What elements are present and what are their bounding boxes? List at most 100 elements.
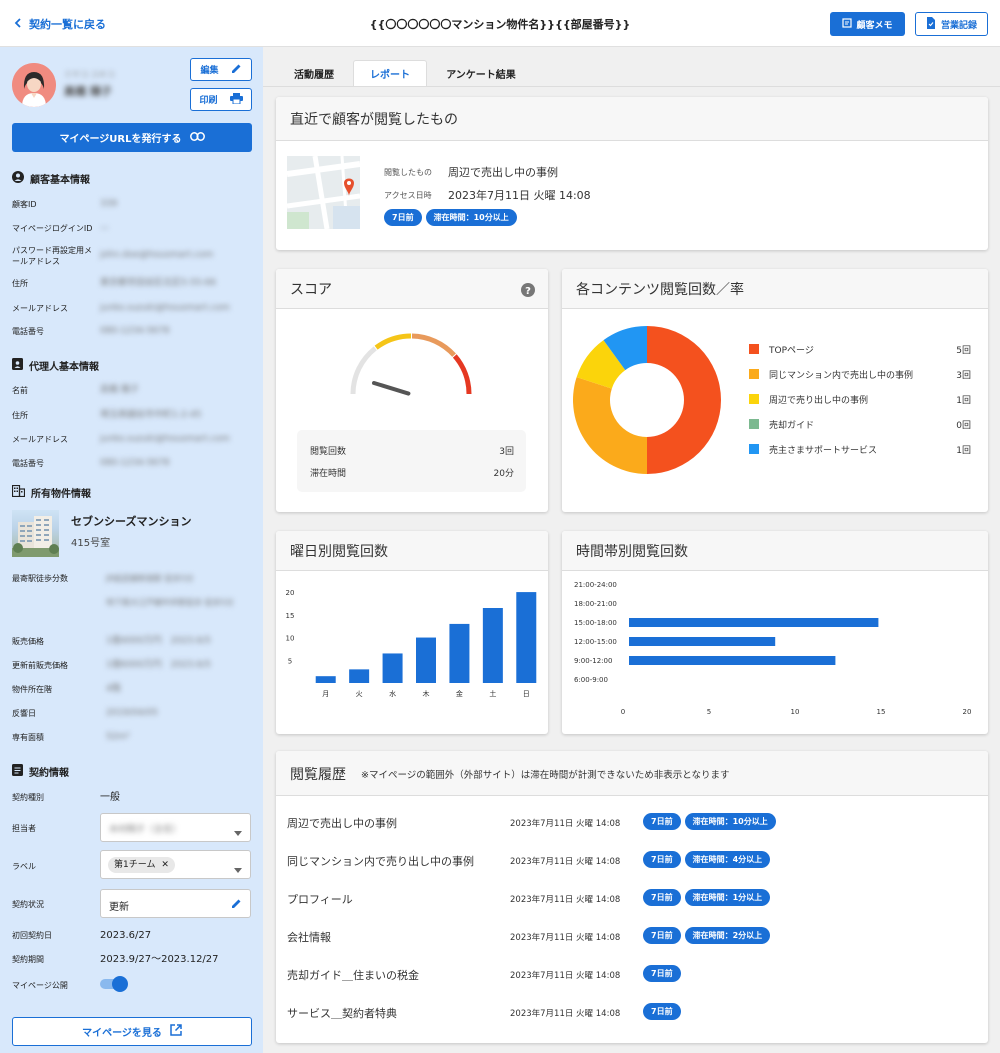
help-icon[interactable]: ?: [521, 283, 535, 300]
pencil-icon: [231, 63, 242, 77]
pencil-icon[interactable]: [231, 898, 242, 912]
stay-time-badge: 滞在時間：10分以上: [684, 813, 776, 830]
legend-item: 売主さまサポートサービス 1回: [749, 442, 971, 456]
weekday-bar-chart: 5 10 15 20 月 火 水 木 金 土 日: [286, 589, 537, 698]
app-header: 契約一覧に戻る {{〇〇〇〇〇〇マンション物件名}}{{部屋番号}} 顧客メモ …: [0, 0, 1000, 47]
building-icon: [11, 484, 26, 500]
owner-select[interactable]: 木村翔子（主任）: [100, 813, 251, 842]
legend-label: 周辺で売り出し中の事例: [769, 396, 869, 406]
contents-views-title: 各コンテンツ閲覧回数／率: [576, 282, 744, 298]
issue-mypage-url-button[interactable]: マイページURLを発行する: [12, 123, 252, 152]
access-time-value: 2023年7月11日 火曜 14:08: [448, 189, 591, 202]
tab-report[interactable]: レポート: [353, 60, 427, 86]
caret-down-icon: [234, 826, 242, 839]
timeband-views-card: 時間帯別閲覧回数 21:00-24:00 18:00-21:00 15:00-18:…: [562, 531, 988, 734]
edit-button[interactable]: 編集: [190, 58, 252, 81]
print-label: 印刷: [199, 96, 218, 106]
avatar: [12, 63, 56, 107]
customer-info-heading: 顧客基本情報: [12, 171, 90, 186]
history-row[interactable]: 売却ガイド＿住まいの税金 2023年7月11日 火曜 14:08 7日前: [276, 964, 988, 984]
tab-survey[interactable]: アンケート結果: [431, 60, 531, 86]
viewed-item-label: 閲覧したもの: [384, 168, 432, 177]
y-tick-label: 20: [286, 589, 295, 597]
legend-swatch: [749, 394, 759, 404]
svg-text:?: ?: [525, 286, 531, 297]
legend-count: 1回: [956, 446, 971, 456]
history-row[interactable]: プロフィール 2023年7月11日 火曜 14:08 7日前 滞在時間：1分以上: [276, 888, 988, 908]
legend-count: 5回: [956, 346, 971, 356]
edit-label: 編集: [200, 66, 219, 76]
timeband-bar: [629, 618, 879, 627]
days-ago-badge: 7日前: [643, 889, 681, 906]
property-name: セブンシーズマンション: [71, 515, 192, 528]
gauge-track-segment: [350, 346, 377, 395]
legend-item: 同じマンション内で売出し中の事例 3回: [749, 367, 971, 381]
label-select[interactable]: 第1チーム ✕: [100, 850, 251, 879]
days-ago-badge: 7日前: [643, 927, 681, 944]
mypage-public-toggle[interactable]: [100, 976, 130, 992]
tab-activity[interactable]: 活動履歴: [281, 60, 347, 86]
stay-time-badge: 滞在時間：1分以上: [684, 889, 771, 906]
print-button[interactable]: 印刷: [190, 88, 252, 111]
close-icon[interactable]: ✕: [161, 860, 169, 870]
weekday-bar: [516, 592, 537, 683]
view-count-value: 3回: [499, 447, 514, 457]
sales-record-button[interactable]: 営業記録: [915, 12, 988, 36]
legend-label: 売却ガイド: [769, 421, 815, 431]
x-tick-label: 0: [621, 708, 625, 716]
view-mypage-button[interactable]: マイページを見る: [12, 1017, 252, 1046]
history-row[interactable]: 同じマンション内で売り出し中の事例 2023年7月11日 火曜 14:08 7日前滞…: [276, 850, 988, 870]
recent-viewed-card: 直近で顧客が閲覧したもの 閲覧したもの 周辺で売出し中の事例 アクセス日時 20…: [276, 97, 988, 250]
legend-count: 1回: [956, 396, 971, 406]
weekday-bar: [449, 623, 470, 683]
score-title: スコア: [290, 282, 332, 298]
access-time-label: アクセス日時: [384, 191, 432, 200]
printer-icon: [229, 92, 243, 107]
score-gauge: [350, 333, 472, 396]
gauge-needle: [372, 381, 411, 396]
recent-viewed-title: 直近で顧客が閲覧したもの: [290, 112, 458, 128]
legend-count: 0回: [956, 421, 971, 431]
legend-swatch: [749, 344, 759, 354]
legend-item: 売却ガイド 0回: [749, 417, 971, 431]
view-count-label: 閲覧回数: [310, 447, 347, 457]
days-ago-badge: 7日前: [643, 813, 681, 830]
history-item-name: 会社情報: [287, 931, 331, 944]
history-row[interactable]: サービス＿契約者特典 2023年7月11日 火曜 14:08 7日前: [276, 1002, 988, 1022]
score-summary: 閲覧回数 3回 滞在時間 20分: [297, 430, 526, 492]
history-item-date: 2023年7月11日 火曜 14:08: [510, 895, 621, 905]
y-tick-label: 21:00-24:00: [574, 581, 617, 589]
legend-label: 売主さまサポートサービス: [769, 446, 878, 456]
contract-status-field[interactable]: 更新: [100, 889, 251, 918]
days-ago-badge: 7日前: [643, 851, 681, 868]
y-tick-label: 6:00-9:00: [574, 676, 608, 684]
y-tick-label: 15: [286, 612, 295, 620]
y-tick-label: 10: [286, 635, 295, 643]
view-history-note: ※マイページの範囲外（外部サイト）は滞在時間が計測できないため非表示となります: [361, 770, 730, 781]
customer-memo-button[interactable]: 顧客メモ: [830, 12, 905, 36]
y-tick-label: 12:00-15:00: [574, 638, 617, 646]
x-tick-label: 月: [322, 690, 329, 698]
weekday-views-title: 曜日別閲覧回数: [290, 544, 388, 560]
timeband-bar-chart: 21:00-24:00 18:00-21:00 15:00-18:00 12:00-1…: [574, 581, 971, 716]
external-link-icon: [170, 1024, 182, 1039]
legend-swatch: [749, 444, 759, 454]
history-row[interactable]: 周辺で売出し中の事例 2023年7月11日 火曜 14:08 7日前 滞在時間：10分…: [276, 812, 988, 832]
document-icon: [12, 764, 23, 779]
legend-item: 周辺で売り出し中の事例 1回: [749, 392, 971, 406]
agent-info-heading: 代理人基本情報: [12, 358, 99, 373]
weekday-views-card: 曜日別閲覧回数 5 10 15 20 月 火 水 木 金 土 日: [276, 531, 548, 734]
history-item-name: プロフィール: [287, 893, 353, 906]
timeband-bar: [629, 656, 836, 665]
y-tick-label: 15:00-18:00: [574, 619, 617, 627]
legend-label: TOPページ: [769, 346, 814, 356]
x-tick-label: 水: [389, 689, 396, 698]
history-row[interactable]: 会社情報 2023年7月11日 火曜 14:08 7日前 滞在時間：2分以上: [276, 926, 988, 946]
donut-slice: [573, 377, 647, 474]
view-history-card: 閲覧履歴 ※マイページの範囲外（外部サイト）は滞在時間が計測できないため非表示と…: [276, 751, 988, 1043]
y-tick-label: 18:00-21:00: [574, 600, 617, 608]
y-tick-label: 9:00-12:00: [574, 657, 612, 665]
gauge-yellow-segment: [374, 333, 412, 350]
days-ago-badge: 7日前: [643, 965, 681, 982]
property-room: 415号室: [71, 538, 111, 549]
